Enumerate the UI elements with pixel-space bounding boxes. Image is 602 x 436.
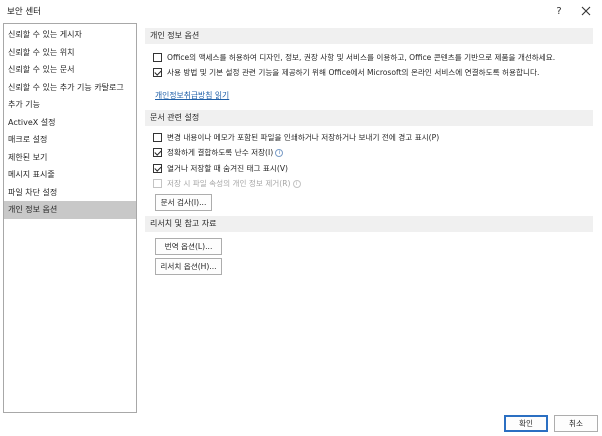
- option-label: Office의 액세스를 허용하여 디자인, 정보, 권장 사항 및 서비스를 …: [167, 53, 556, 62]
- checkbox[interactable]: [153, 53, 162, 62]
- translation-options-button[interactable]: 번역 옵션(L)...: [155, 238, 222, 255]
- option-label: 열거나 저장할 때 숨겨진 태그 표시(V): [167, 164, 288, 173]
- sidebar-item-message-bar[interactable]: 메시지 표시줄: [4, 166, 136, 184]
- close-icon: [581, 6, 591, 16]
- sidebar-item-trusted-publishers[interactable]: 신뢰할 수 있는 게시자: [4, 26, 136, 44]
- sidebar-item-trusted-documents[interactable]: 신뢰할 수 있는 문서: [4, 61, 136, 79]
- document-inspector-button[interactable]: 문서 검사(I)...: [155, 194, 212, 211]
- sidebar-item-addins[interactable]: 추가 기능: [4, 96, 136, 114]
- checkbox[interactable]: [153, 164, 162, 173]
- option-warn-tracked-changes[interactable]: 변경 내용이나 메모가 포함된 파일을 인쇄하거나 저장하거나 보내기 전에 경…: [153, 131, 439, 144]
- sidebar-item-macros[interactable]: 매크로 설정: [4, 131, 136, 149]
- section-header-research: 리서치 및 참고 자료: [145, 216, 593, 232]
- option-label: 정확하게 결합하도록 난수 저장(I): [167, 148, 274, 157]
- checkbox[interactable]: [153, 68, 162, 77]
- option-show-hidden-markup[interactable]: 열거나 저장할 때 숨겨진 태그 표시(V): [153, 162, 288, 175]
- ok-button[interactable]: 확인: [504, 415, 548, 432]
- window-title: 보안 센터: [7, 7, 41, 17]
- sidebar-item-activex[interactable]: ActiveX 설정: [4, 114, 136, 132]
- privacy-statement-link[interactable]: 개인정보취급방침 읽기: [155, 90, 229, 101]
- option-remove-personal-info: 저장 시 파일 속성의 개인 정보 제거(R) i: [153, 177, 301, 190]
- option-office-content-access[interactable]: Office의 액세스를 허용하여 디자인, 정보, 권장 사항 및 서비스를 …: [153, 51, 555, 64]
- research-options-button[interactable]: 리서치 옵션(H)...: [155, 258, 222, 275]
- close-button[interactable]: [575, 2, 597, 20]
- sidebar-item-trusted-addin-catalogs[interactable]: 신뢰할 수 있는 추가 기능 카탈로그: [4, 79, 136, 97]
- section-header-privacy: 개인 정보 옵션: [145, 28, 593, 44]
- option-label: 변경 내용이나 메모가 포함된 파일을 인쇄하거나 저장하거나 보내기 전에 경…: [167, 133, 440, 142]
- sidebar-item-protected-view[interactable]: 제한된 보기: [4, 149, 136, 167]
- info-icon: i: [292, 179, 301, 188]
- sidebar-item-file-block[interactable]: 파일 차단 설정: [4, 184, 136, 202]
- checkbox[interactable]: [153, 133, 162, 142]
- option-label: 저장 시 파일 속성의 개인 정보 제거(R): [167, 179, 291, 188]
- content-panel: 개인 정보 옵션 Office의 액세스를 허용하여 디자인, 정보, 권장 사…: [145, 28, 593, 413]
- section-header-document: 문서 관련 설정: [145, 110, 593, 126]
- cancel-button[interactable]: 취소: [554, 415, 598, 432]
- option-store-random-number[interactable]: 정확하게 결합하도록 난수 저장(I) i: [153, 146, 284, 159]
- sidebar: 신뢰할 수 있는 게시자 신뢰할 수 있는 위치 신뢰할 수 있는 문서 신뢰할…: [3, 23, 137, 413]
- sidebar-item-trusted-locations[interactable]: 신뢰할 수 있는 위치: [4, 44, 136, 62]
- sidebar-item-privacy-options[interactable]: 개인 정보 옵션: [4, 201, 136, 219]
- checkbox: [153, 179, 162, 188]
- option-label: 사용 방법 및 기본 설정 관련 기능을 제공하기 위해 Office에서 Mi…: [167, 68, 540, 77]
- title-bar: 보안 센터 ?: [0, 0, 602, 22]
- help-button[interactable]: ?: [548, 2, 570, 20]
- option-online-services[interactable]: 사용 방법 및 기본 설정 관련 기능을 제공하기 위해 Office에서 Mi…: [153, 66, 539, 79]
- info-icon[interactable]: i: [275, 148, 284, 157]
- checkbox[interactable]: [153, 148, 162, 157]
